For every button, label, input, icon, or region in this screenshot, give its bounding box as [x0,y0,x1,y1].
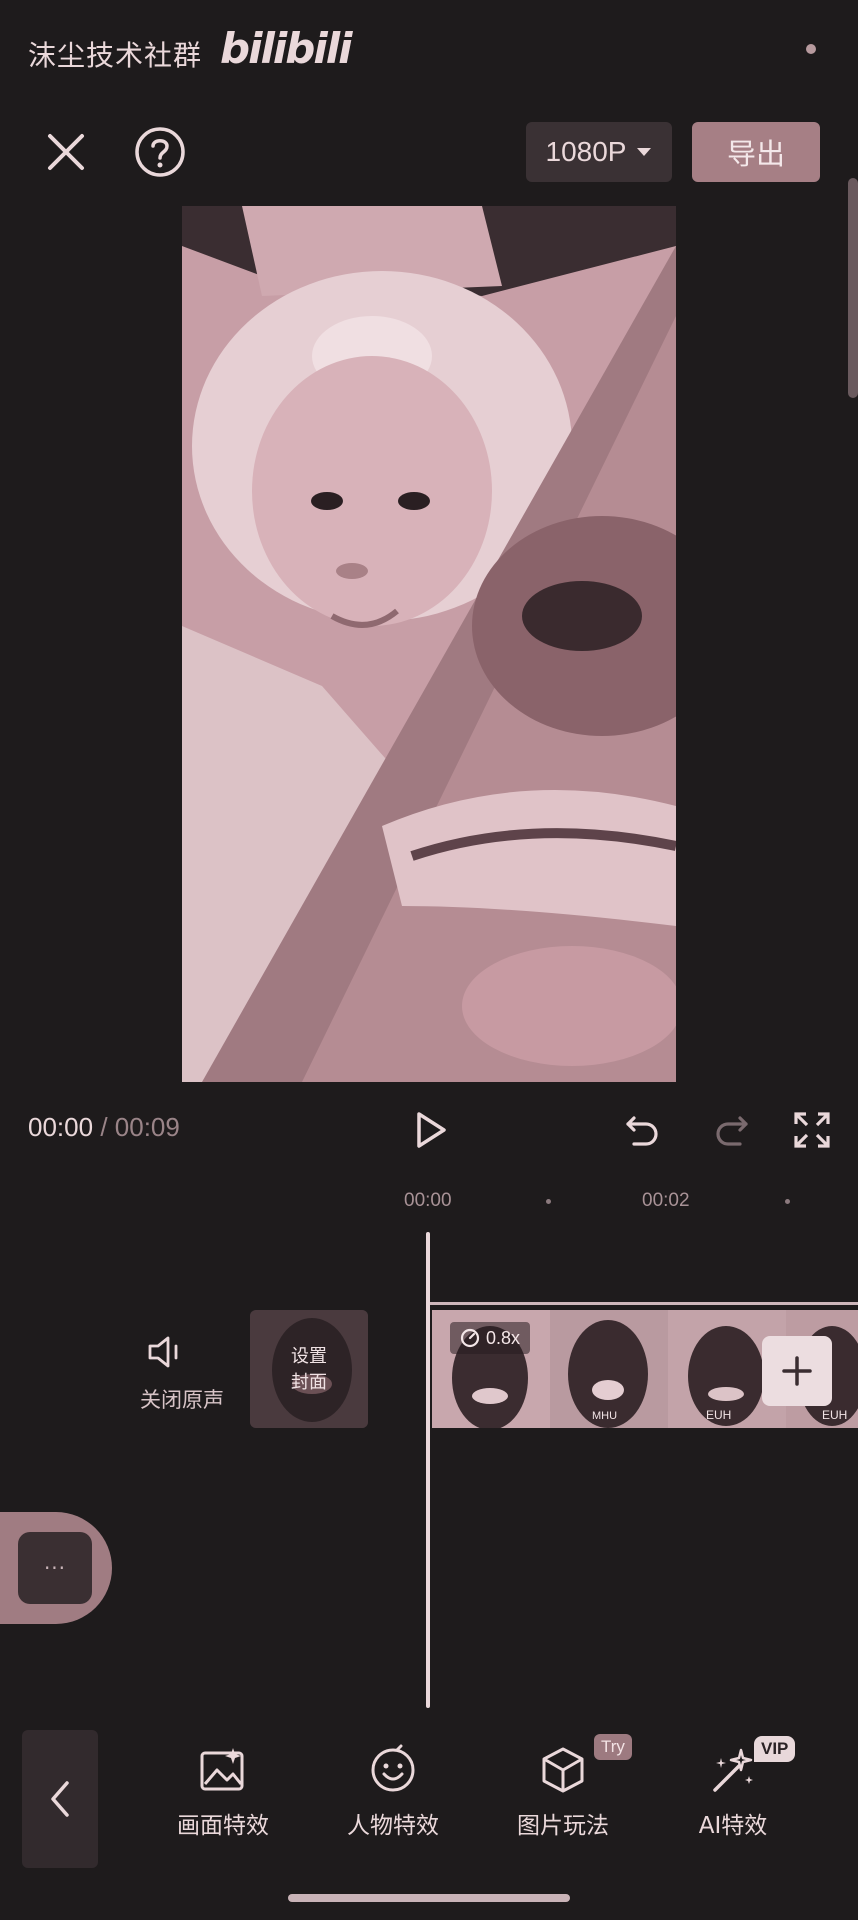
plus-icon [782,1356,812,1386]
undo-icon [626,1116,658,1146]
fullscreen-icon [794,1112,830,1148]
clip-top-border [430,1302,858,1305]
chevron-left-icon [51,1781,69,1817]
undo-button[interactable] [610,1098,674,1162]
tool-screen-effects[interactable]: 画面特效 [148,1744,298,1840]
ruler-tick [785,1199,790,1204]
vip-badge: VIP [754,1736,796,1762]
add-clip-button[interactable] [762,1336,832,1406]
caret-down-icon [637,148,652,156]
speaker-icon [148,1336,178,1368]
cover-label-line1: 设置 [291,1346,327,1367]
current-time: 00:00 [28,1112,94,1142]
cube-icon [542,1747,584,1793]
help-button[interactable] [128,120,192,184]
set-cover-button[interactable]: 设置 封面 [250,1310,368,1428]
more-button[interactable]: ··· [18,1532,92,1604]
frame-caption: MHU [592,1410,618,1422]
time-separator: / [100,1112,108,1142]
scrollbar-thumb[interactable] [848,178,858,398]
total-time: 00:09 [114,1112,180,1142]
try-badge: Try [594,1734,632,1760]
home-indicator[interactable] [288,1894,570,1902]
ruler-mark: 00:02 [642,1190,690,1211]
watermark-channel: 沫尘技术社群 [28,39,203,72]
frame-caption: EUH [706,1408,732,1422]
magic-wand-icon [713,1748,753,1792]
tool-label: 人物特效 [347,1813,439,1839]
video-preview[interactable] [182,206,676,1082]
fullscreen-button[interactable] [780,1098,844,1162]
toolbar-back-button[interactable] [22,1730,98,1868]
help-icon [135,127,185,177]
tool-label: AI特效 [698,1813,768,1839]
tool-person-effects[interactable]: 人物特效 [318,1744,468,1840]
playhead[interactable] [426,1232,430,1708]
ruler-tick [546,1199,551,1204]
close-button[interactable] [34,120,98,184]
tool-label: 图片玩法 [517,1813,609,1839]
mute-toggle[interactable] [134,1320,198,1384]
frame-caption: EUH [822,1408,848,1422]
face-icon [371,1744,415,1792]
play-button[interactable] [398,1098,462,1162]
export-button[interactable]: 导出 [692,122,820,182]
ruler-mark: 00:00 [404,1190,452,1211]
resolution-dropdown[interactable]: 1080P [526,122,672,182]
mute-label[interactable]: 关闭原声 [112,1384,252,1414]
cover-label-line2: 封面 [291,1372,327,1393]
bilibili-logo: bilibili [220,24,353,73]
play-icon [417,1112,446,1148]
speed-value: 0.8x [486,1327,521,1348]
time-display: 00:00 / 00:09 [28,1112,180,1143]
redo-icon [716,1116,748,1146]
redo-button[interactable] [700,1098,764,1162]
status-dot [806,44,816,54]
image-sparkle-icon [200,1748,244,1791]
close-icon [48,134,84,170]
speed-badge: 0.8x [450,1322,531,1354]
preview-frame-image [182,206,676,1082]
tool-label: 画面特效 [177,1813,269,1839]
resolution-value: 1080P [545,136,627,167]
speed-gauge-icon [460,1328,480,1348]
